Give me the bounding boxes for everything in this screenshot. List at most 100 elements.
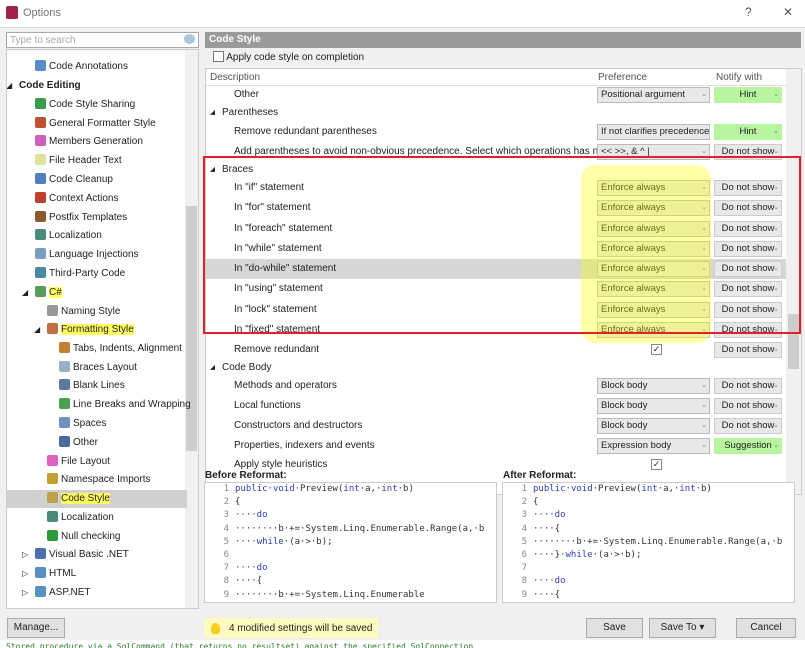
checkbox[interactable] (213, 51, 224, 62)
tree-scroll-thumb[interactable] (186, 206, 197, 451)
code-line: 4 ····{ (503, 523, 794, 536)
tree-item[interactable]: Postfix Templates (35, 209, 127, 227)
tree-item[interactable]: Code Cleanup (35, 171, 113, 189)
tree-item[interactable]: ◢ Formatting Style (34, 321, 134, 339)
tree-item[interactable]: Tabs, Indents, Alignment (59, 340, 182, 358)
tree-item[interactable]: Localization (47, 509, 114, 527)
setting-row[interactable]: Apply style heuristics ✓ (206, 455, 786, 475)
tree-item[interactable]: File Layout (47, 453, 110, 471)
line-number: 3 (521, 510, 527, 521)
expand-arrow-icon[interactable]: ▷ (22, 565, 28, 583)
code-text: ····}·while·(a·>·b); (533, 549, 642, 560)
help-button[interactable]: ? (745, 5, 752, 19)
search-input[interactable]: Type to search (6, 32, 199, 48)
tree-item-icon (59, 342, 70, 353)
notify-dropdown[interactable]: Hint ⌄ (714, 124, 782, 140)
tree-scrollbar[interactable] (185, 50, 198, 608)
preference-checkbox[interactable]: ✓ (651, 344, 662, 355)
column-description[interactable]: Description (210, 72, 260, 83)
cancel-button[interactable]: Cancel (736, 618, 796, 638)
expand-arrow-icon[interactable]: ◢ (22, 284, 28, 302)
group-row[interactable]: ◢ Code Body (206, 358, 786, 378)
setting-row[interactable]: Methods and operators Block body ⌄ Do not s… (206, 376, 786, 396)
tree-item[interactable]: Null checking (47, 528, 120, 546)
notify-dropdown[interactable]: Do not show ⌄ (714, 398, 782, 414)
notify-dropdown[interactable]: Do not show ⌄ (714, 378, 782, 394)
tree-item[interactable]: Third-Party Code (35, 265, 125, 283)
notify-value: Hint (739, 89, 757, 100)
line-number: 4 (223, 523, 229, 534)
chevron-down-icon: ⌄ (701, 422, 707, 429)
tree-item[interactable]: ▷ Visual Basic .NET (22, 546, 129, 564)
tree-item[interactable]: Code Annotations (35, 58, 128, 76)
tree-item[interactable]: Context Actions (35, 190, 118, 208)
column-notify[interactable]: Notify with (716, 72, 762, 83)
preference-dropdown[interactable]: If not clarifies precedence ⌄ (597, 124, 710, 140)
code-text: ········b·+=·System.Linq.Enumerable.Rang… (533, 536, 783, 547)
code-line: 3 ····do (205, 509, 496, 522)
tree-item-icon (47, 323, 58, 334)
tree-item[interactable]: Braces Layout (59, 359, 137, 377)
notify-dropdown[interactable]: Do not show ⌄ (714, 342, 782, 358)
tree-item[interactable]: Code Style Sharing (35, 96, 135, 114)
setting-row[interactable]: Remove redundant parentheses If not clari… (206, 122, 786, 142)
expand-arrow-icon[interactable]: ◢ (7, 77, 12, 95)
preference-dropdown[interactable]: Block body ⌄ (597, 398, 710, 414)
tree-item[interactable]: ▷ HTML (22, 565, 76, 583)
setting-row[interactable]: Other Positional argument ⌄ Hint ⌄ (206, 85, 786, 105)
save-button[interactable]: Save (586, 618, 643, 638)
column-preference[interactable]: Preference (598, 72, 647, 83)
tree-item[interactable]: Other (59, 434, 98, 452)
setting-row[interactable]: Local functions Block body ⌄ Do not show ⌄ (206, 396, 786, 416)
apply-label: Apply code style on completion (226, 52, 365, 63)
group-row[interactable]: ◢ Parentheses (206, 103, 786, 123)
apply-on-completion-checkbox[interactable]: Apply code style on completion (213, 51, 364, 63)
tree-item[interactable]: Line Breaks and Wrapping (59, 396, 191, 414)
modified-settings-note: 4 modified settings will be saved (203, 617, 379, 639)
tree-item[interactable]: General Formatter Style (35, 115, 156, 133)
code-line: 6 ····}·while·(a·>·b); (503, 549, 794, 562)
tree-item-label: File Layout (61, 456, 110, 467)
code-line: 8 ····{ (205, 575, 496, 588)
expand-arrow-icon[interactable]: ◢ (34, 321, 40, 339)
notify-dropdown[interactable]: Do not show ⌄ (714, 418, 782, 434)
title-bar: Options ? ✕ (0, 0, 805, 28)
tree-item[interactable]: File Header Text (35, 152, 122, 170)
tree-item[interactable]: Naming Style (47, 303, 120, 321)
collapse-arrow-icon[interactable]: ◢ (210, 103, 215, 123)
tree-item-label: Braces Layout (73, 362, 137, 373)
notify-dropdown[interactable]: Suggestion ⌄ (714, 438, 782, 454)
expand-arrow-icon[interactable]: ▷ (22, 546, 28, 564)
preference-dropdown[interactable]: Positional argument ⌄ (597, 87, 710, 103)
tree-item[interactable]: Spaces (59, 415, 106, 433)
tree-item[interactable]: ◢ C# (22, 284, 62, 302)
notify-dropdown[interactable]: Hint ⌄ (714, 87, 782, 103)
tree-item[interactable]: Language Injections (35, 246, 139, 264)
tree-item[interactable]: ▷ ASP.NET (22, 584, 91, 602)
tree-item-icon (35, 173, 46, 184)
save-to-button[interactable]: Save To ▾ (649, 618, 716, 638)
row-description: Code Body (222, 362, 272, 373)
tree-item[interactable]: Blank Lines (59, 377, 125, 395)
tree-item-icon (59, 398, 70, 409)
setting-row[interactable]: Constructors and destructors Block body ⌄ D… (206, 416, 786, 436)
manage-button[interactable]: Manage... (7, 618, 65, 638)
search-placeholder: Type to search (10, 35, 76, 46)
expand-arrow-icon[interactable]: ▷ (22, 584, 28, 602)
setting-row[interactable]: Properties, indexers and events Expressio… (206, 436, 786, 456)
tree-item[interactable]: ◢ Code Editing (7, 77, 81, 95)
code-line: 1 public·void·Preview(int·a,·int·b) (503, 483, 794, 496)
code-text: ····do (533, 576, 566, 587)
preference-dropdown[interactable]: Expression body ⌄ (597, 438, 710, 454)
tree-item[interactable]: Members Generation (35, 133, 143, 151)
tree-item[interactable]: Namespace Imports (47, 471, 150, 489)
preference-checkbox[interactable]: ✓ (651, 459, 662, 470)
close-button[interactable]: ✕ (783, 5, 793, 19)
tree-item-label: General Formatter Style (49, 118, 156, 129)
tree-item[interactable]: Localization (35, 227, 102, 245)
collapse-arrow-icon[interactable]: ◢ (210, 358, 215, 378)
tree-item[interactable]: Code Style (47, 490, 110, 508)
setting-row[interactable]: Remove redundant ✓ Do not show ⌄ (206, 340, 786, 360)
preference-dropdown[interactable]: Block body ⌄ (597, 378, 710, 394)
preference-dropdown[interactable]: Block body ⌄ (597, 418, 710, 434)
